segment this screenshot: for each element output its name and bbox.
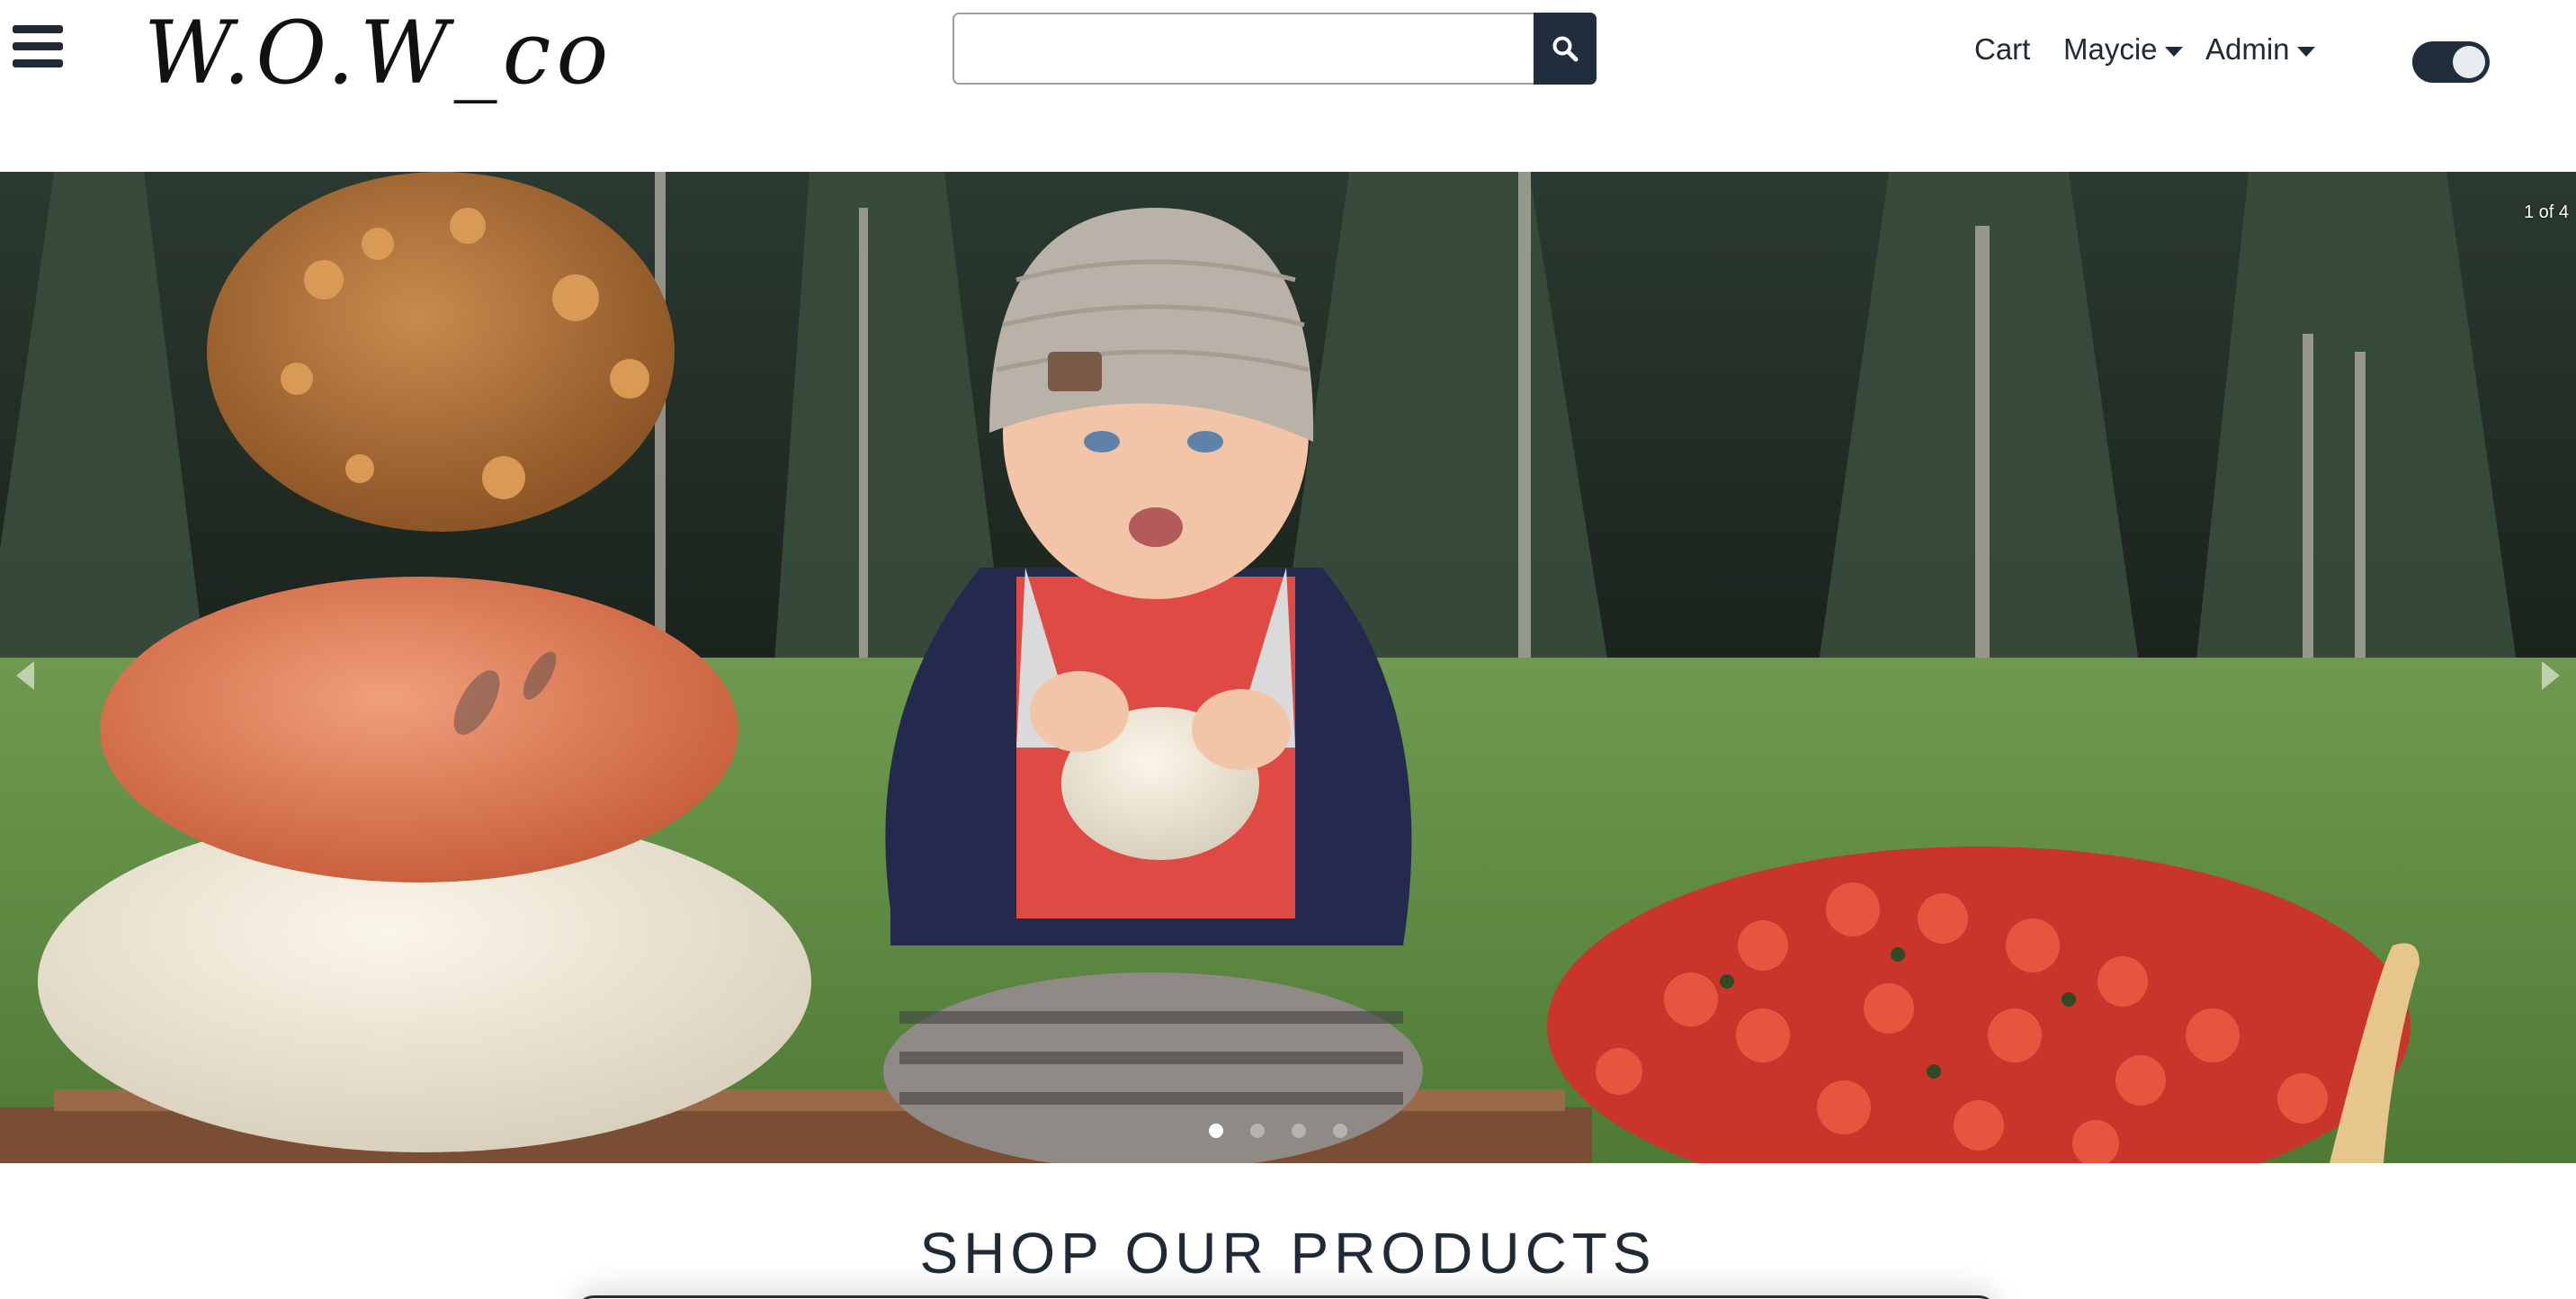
search-button[interactable] (1534, 13, 1597, 85)
caret-down-icon (2164, 46, 2183, 57)
carousel-next-button[interactable] (2533, 649, 2569, 703)
logo-text: W.O.W_co (144, 3, 614, 103)
carousel-dot[interactable] (1292, 1124, 1306, 1138)
shop-section: SHOP OUR PRODUCTS (0, 1164, 2576, 1299)
hamburger-line (13, 25, 63, 33)
caret-down-icon (2296, 46, 2315, 57)
cart-label: Cart (1974, 32, 2031, 66)
hero-slide-image (0, 172, 2576, 1163)
hamburger-menu-icon[interactable] (13, 25, 63, 68)
chevron-right-icon (2542, 661, 2560, 690)
carousel-dot[interactable] (1250, 1124, 1265, 1138)
user-menu-label: Maycie (2063, 32, 2158, 66)
carousel-dot[interactable] (1333, 1124, 1347, 1138)
brand-logo[interactable]: W.O.W_co (144, 3, 614, 103)
hamburger-line (13, 42, 63, 50)
toggle-knob (2453, 46, 2485, 78)
carousel-prev-button[interactable] (7, 649, 43, 703)
cart-link[interactable]: Cart (1974, 27, 2030, 72)
slide-counter: 1 of 4 (2523, 202, 2569, 222)
search-bar (953, 13, 1597, 85)
search-input[interactable] (953, 13, 1534, 85)
user-menu-dropdown[interactable]: Maycie (2063, 27, 2183, 72)
admin-menu-dropdown[interactable]: Admin (2205, 27, 2315, 72)
chevron-left-icon (16, 661, 34, 690)
top-header: W.O.W_co Cart Maycie Admin (0, 0, 2576, 171)
carousel-indicators (1209, 1124, 1347, 1138)
hero-carousel: 1 of 4 (0, 172, 2576, 1163)
section-heading: SHOP OUR PRODUCTS (919, 1221, 1657, 1286)
search-icon (1552, 36, 1579, 62)
dark-mode-toggle[interactable] (2412, 41, 2490, 83)
carousel-dot[interactable] (1209, 1124, 1223, 1138)
admin-menu-label: Admin (2205, 32, 2290, 66)
hamburger-line (13, 59, 63, 67)
products-panel (576, 1295, 1997, 1299)
